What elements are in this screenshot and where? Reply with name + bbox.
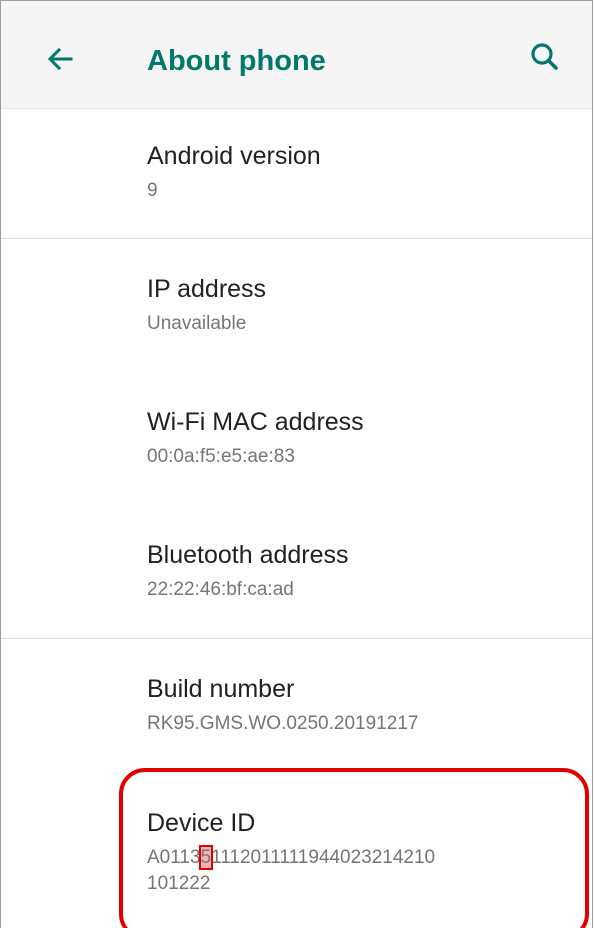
item-value: Unavailable <box>147 313 247 334</box>
about-phone-screen: About phone Android version 9 IP address… <box>0 0 593 928</box>
item-value: 9 <box>147 180 158 201</box>
list-item-wifi-mac-address[interactable]: Wi-Fi MAC address 00:0a:f5:e5:ae:83 <box>147 406 577 470</box>
item-title: Android version <box>147 142 321 170</box>
item-value: 00:0a:f5:e5:ae:83 <box>147 446 295 467</box>
app-bar: About phone <box>1 1 592 109</box>
item-value: 22:22:46:bf:ca:ad <box>147 579 294 600</box>
list-item-ip-address[interactable]: IP address Unavailable <box>147 273 577 337</box>
item-title: Wi-Fi MAC address <box>147 408 364 436</box>
list-item-android-version[interactable]: Android version 9 <box>147 140 577 204</box>
device-id-value: A011351112011111944023214210 <box>147 845 577 871</box>
section-divider <box>1 238 592 239</box>
list-item-device-id[interactable]: Device ID A011351112011111944023214210 1… <box>147 807 577 897</box>
item-title: Device ID <box>147 809 256 837</box>
device-id-value-line2: 101222 <box>147 873 211 894</box>
item-title: Bluetooth address <box>147 541 349 569</box>
item-title: IP address <box>147 275 267 303</box>
device-id-prefix: A0113 <box>147 847 201 868</box>
list-item-build-number[interactable]: Build number RK95.GMS.WO.0250.20191217 <box>147 673 577 737</box>
device-id-suffix: 1112011111944023214210 <box>211 847 436 868</box>
search-button[interactable] <box>525 37 565 77</box>
highlighted-digit: 5 <box>198 845 214 870</box>
search-icon <box>531 43 558 70</box>
item-value: RK95.GMS.WO.0250.20191217 <box>147 713 419 734</box>
page-title: About phone <box>147 45 326 77</box>
item-title: Build number <box>147 675 295 703</box>
arrow-left-icon <box>47 47 73 71</box>
back-button[interactable] <box>41 39 81 79</box>
section-divider <box>1 638 592 639</box>
list-item-bluetooth-address[interactable]: Bluetooth address 22:22:46:bf:ca:ad <box>147 539 577 603</box>
